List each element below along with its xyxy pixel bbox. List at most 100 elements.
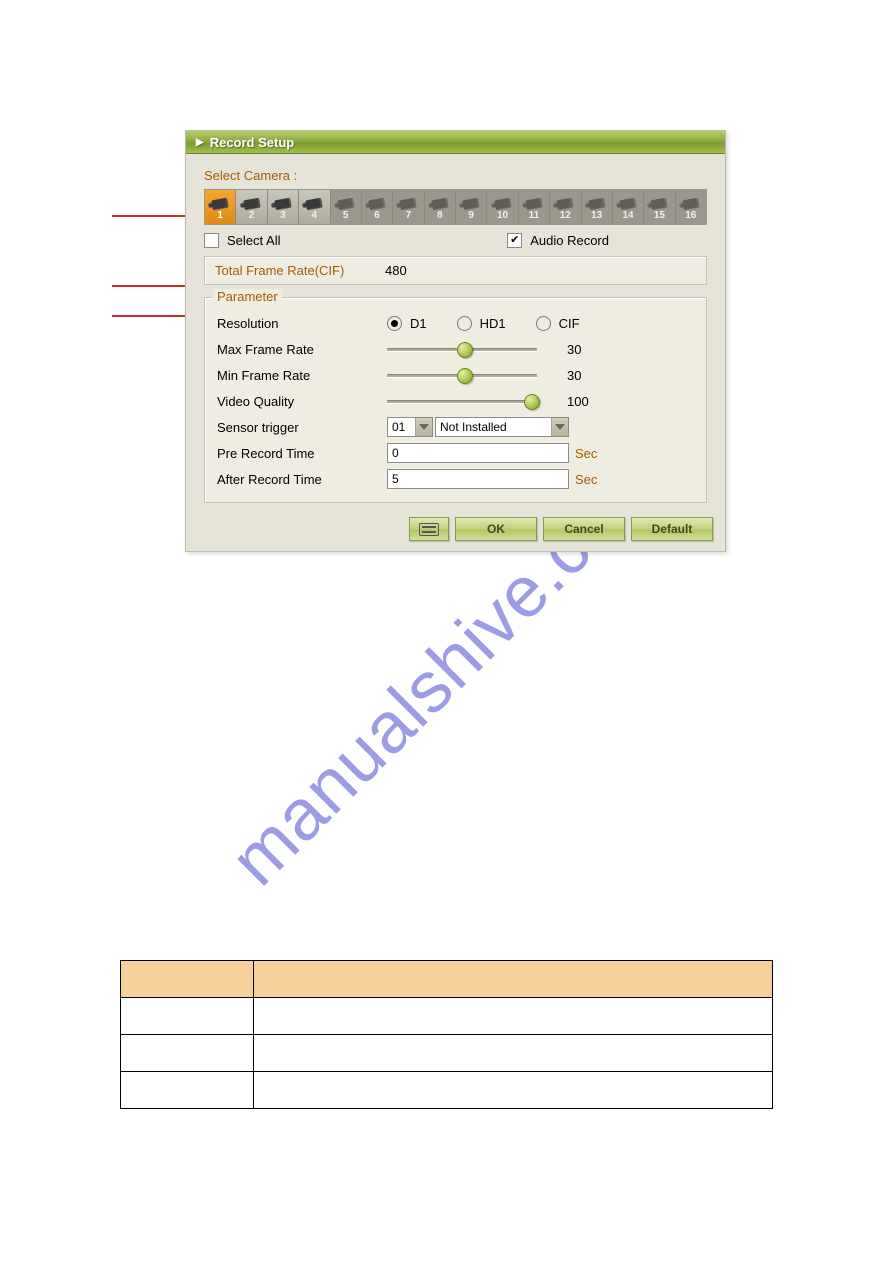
cancel-button[interactable]: Cancel — [543, 517, 625, 541]
camera-button-1[interactable]: 1 — [205, 190, 236, 224]
camera-icon — [494, 198, 511, 211]
camera-button-6[interactable]: 6 — [362, 190, 393, 224]
select-camera-label: Select Camera : — [204, 168, 707, 183]
resolution-radio-d1[interactable]: D1 — [387, 316, 427, 331]
after-record-time-row: After Record Time 5 Sec — [217, 466, 694, 492]
sensor-trigger-number-value: 01 — [388, 420, 415, 434]
dialog-title: Record Setup — [210, 135, 295, 150]
slider-knob-icon — [457, 342, 473, 358]
camera-button-8[interactable]: 8 — [425, 190, 456, 224]
camera-number: 15 — [654, 210, 665, 222]
pre-record-time-input[interactable]: 0 — [387, 443, 569, 463]
camera-button-10[interactable]: 10 — [487, 190, 518, 224]
camera-number: 10 — [497, 210, 508, 222]
camera-icon — [557, 198, 574, 211]
sensor-trigger-status-select[interactable]: Not Installed — [435, 417, 569, 437]
chevron-right-icon: ▶ — [196, 137, 204, 148]
ok-button[interactable]: OK — [455, 517, 537, 541]
camera-button-15[interactable]: 15 — [644, 190, 675, 224]
cancel-button-label: Cancel — [564, 522, 603, 536]
record-setup-dialog: ▶ Record Setup Select Camera : 1 2 3 4 5… — [185, 130, 726, 552]
camera-button-4[interactable]: 4 — [299, 190, 330, 224]
camera-icon — [306, 198, 323, 211]
resolution-option-label: HD1 — [480, 316, 506, 331]
camera-icon — [243, 198, 260, 211]
camera-number: 3 — [280, 210, 286, 222]
camera-number: 11 — [529, 210, 540, 222]
select-all-checkbox[interactable] — [204, 233, 219, 248]
sensor-trigger-status-value: Not Installed — [436, 420, 551, 434]
camera-icon — [619, 198, 636, 211]
camera-button-9[interactable]: 9 — [456, 190, 487, 224]
pre-record-time-value: 0 — [392, 446, 399, 460]
video-quality-label: Video Quality — [217, 394, 387, 409]
dialog-titlebar: ▶ Record Setup — [186, 131, 725, 154]
dialog-body: Select Camera : 1 2 3 4 5 6 7 8 9 10 11 … — [186, 154, 725, 509]
total-frame-rate-box: Total Frame Rate(CIF) 480 — [204, 256, 707, 285]
camera-button-13[interactable]: 13 — [582, 190, 613, 224]
camera-button-11[interactable]: 11 — [519, 190, 550, 224]
chevron-down-icon — [551, 418, 568, 436]
radio-icon — [387, 316, 402, 331]
total-frame-rate-value: 480 — [385, 263, 407, 278]
table-row — [121, 1072, 773, 1109]
camera-button-12[interactable]: 12 — [550, 190, 581, 224]
after-record-time-input[interactable]: 5 — [387, 469, 569, 489]
radio-icon — [457, 316, 472, 331]
camera-button-14[interactable]: 14 — [613, 190, 644, 224]
resolution-radio-hd1[interactable]: HD1 — [457, 316, 506, 331]
camera-icon — [274, 198, 291, 211]
dialog-button-row: OK Cancel Default — [186, 509, 725, 551]
camera-icon — [651, 198, 668, 211]
onscreen-keyboard-button[interactable] — [409, 517, 449, 541]
table-cell — [121, 998, 254, 1035]
max-frame-rate-slider[interactable] — [387, 342, 537, 356]
max-frame-rate-label: Max Frame Rate — [217, 342, 387, 357]
sec-unit: Sec — [575, 472, 597, 487]
min-frame-rate-slider[interactable] — [387, 368, 537, 382]
table-row — [121, 998, 773, 1035]
description-table — [120, 960, 773, 1109]
min-frame-rate-value: 30 — [537, 368, 627, 383]
resolution-label: Resolution — [217, 316, 387, 331]
parameter-group: Parameter Resolution D1 HD1 CIF Max Fram… — [204, 297, 707, 503]
pre-record-time-label: Pre Record Time — [217, 446, 387, 461]
camera-icon — [588, 198, 605, 211]
audio-record-checkbox[interactable] — [507, 233, 522, 248]
table-header-row — [121, 961, 773, 998]
after-record-time-label: After Record Time — [217, 472, 387, 487]
camera-button-2[interactable]: 2 — [236, 190, 267, 224]
resolution-option-label: CIF — [559, 316, 580, 331]
select-all-label: Select All — [227, 233, 280, 248]
video-quality-slider[interactable] — [387, 394, 537, 408]
video-quality-row: Video Quality 100 — [217, 388, 694, 414]
default-button[interactable]: Default — [631, 517, 713, 541]
max-frame-rate-value: 30 — [537, 342, 627, 357]
camera-number: 14 — [623, 210, 634, 222]
parameter-legend: Parameter — [213, 289, 282, 304]
camera-number: 1 — [217, 210, 223, 222]
page: manualshive.com ▶ Record Setup Select Ca… — [0, 0, 893, 1263]
radio-icon — [536, 316, 551, 331]
keyboard-icon — [419, 523, 439, 536]
sensor-trigger-number-select[interactable]: 01 — [387, 417, 433, 437]
sensor-trigger-label: Sensor trigger — [217, 420, 387, 435]
camera-button-7[interactable]: 7 — [393, 190, 424, 224]
min-frame-rate-row: Min Frame Rate 30 — [217, 362, 694, 388]
max-frame-rate-row: Max Frame Rate 30 — [217, 336, 694, 362]
table-cell — [254, 1072, 773, 1109]
min-frame-rate-label: Min Frame Rate — [217, 368, 387, 383]
camera-button-3[interactable]: 3 — [268, 190, 299, 224]
pre-record-time-row: Pre Record Time 0 Sec — [217, 440, 694, 466]
camera-icon — [431, 198, 448, 211]
resolution-row: Resolution D1 HD1 CIF — [217, 310, 694, 336]
camera-button-5[interactable]: 5 — [331, 190, 362, 224]
camera-number: 4 — [312, 210, 318, 222]
resolution-radio-cif[interactable]: CIF — [536, 316, 580, 331]
total-frame-rate-label: Total Frame Rate(CIF) — [215, 263, 385, 278]
video-quality-value: 100 — [537, 394, 627, 409]
table-header-cell — [121, 961, 254, 998]
resolution-option-label: D1 — [410, 316, 427, 331]
table-header-cell — [254, 961, 773, 998]
camera-button-16[interactable]: 16 — [676, 190, 706, 224]
